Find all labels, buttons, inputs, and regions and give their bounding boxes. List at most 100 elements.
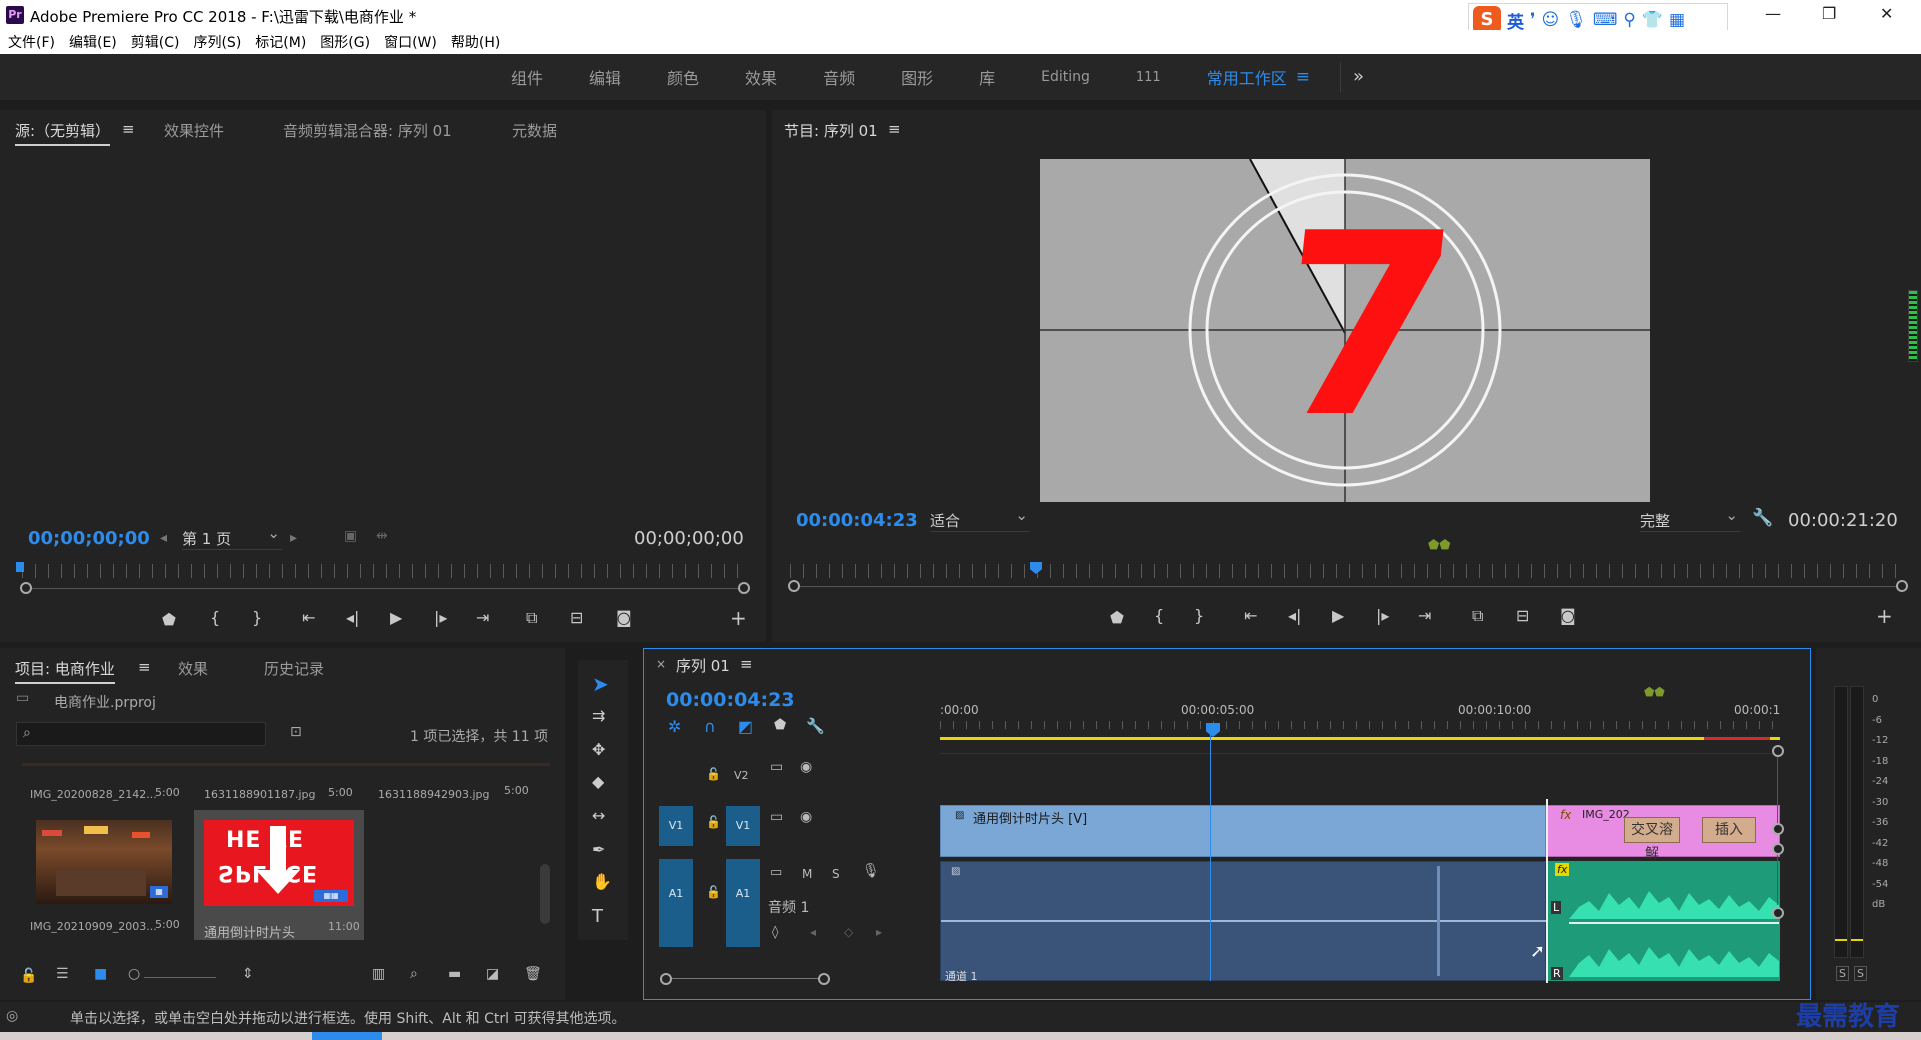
countdown-audio-clip[interactable]: ▨ 通道 1: [940, 861, 1547, 983]
v1-track-target[interactable]: V1: [726, 806, 760, 846]
program-time-ruler[interactable]: [790, 564, 1906, 578]
program-play-icon[interactable]: ▶: [1332, 606, 1344, 625]
workspace-tab-common[interactable]: 常用工作区: [1184, 65, 1310, 89]
workspace-tab-color[interactable]: 颜色: [644, 65, 722, 89]
zoom-slider[interactable]: [144, 977, 216, 978]
solo-left-button[interactable]: S: [1836, 966, 1849, 981]
program-zoom-bar[interactable]: [796, 586, 1906, 587]
step-forward-icon[interactable]: |▸: [434, 608, 447, 627]
cross-dissolve-transition[interactable]: 交叉溶解: [1624, 817, 1680, 862]
sort-icon[interactable]: ⇕: [242, 966, 254, 982]
tab-effect-controls[interactable]: 效果控件: [164, 120, 224, 141]
source-time-ruler[interactable]: [22, 564, 744, 578]
timeline-close-icon[interactable]: ×: [656, 657, 666, 671]
program-mark-in-icon[interactable]: {: [1154, 606, 1164, 625]
type-tool-icon[interactable]: T: [592, 906, 603, 927]
tab-source[interactable]: 源:（无剪辑）: [15, 120, 111, 146]
countdown-video-clip[interactable]: ▨ 通用倒计时片头 [V]: [940, 805, 1546, 857]
minimize-icon[interactable]: —: [1765, 4, 1781, 23]
list-view-icon[interactable]: ☰: [56, 966, 69, 982]
v1-eye-icon[interactable]: ◉: [800, 809, 812, 825]
source-playhead[interactable]: [16, 562, 24, 572]
microphone-icon[interactable]: 🎙: [1565, 10, 1587, 30]
overwrite-icon[interactable]: ⊟: [570, 608, 583, 627]
source-zoom-left-handle[interactable]: [20, 582, 32, 594]
timeline-menu-icon[interactable]: ≡: [740, 655, 753, 673]
insert-transition[interactable]: 插入: [1702, 817, 1756, 843]
menu-help[interactable]: 帮助(H): [451, 32, 500, 52]
nest-icon[interactable]: ✲: [668, 717, 681, 736]
snap-magnet-icon[interactable]: ∩: [704, 717, 716, 736]
v-scroll-audio-top[interactable]: [1772, 843, 1784, 855]
lift-icon[interactable]: ⧉: [1472, 606, 1483, 626]
timeline-marker-icon[interactable]: ⬟⬟: [1644, 685, 1665, 699]
workspace-tab-libraries[interactable]: 库: [956, 65, 1018, 89]
menu-clip[interactable]: 剪辑(C): [131, 32, 180, 52]
program-timecode[interactable]: 00:00:04:23: [796, 510, 918, 531]
lock-icon[interactable]: 🔓: [20, 968, 37, 984]
new-bin-icon[interactable]: ▬: [448, 966, 461, 982]
slip-tool-icon[interactable]: ↔: [592, 806, 605, 825]
tab-effects[interactable]: 效果: [178, 658, 208, 679]
quality-dropdown[interactable]: 完整: [1640, 506, 1740, 532]
a1-lock-icon[interactable]: 🔓: [706, 885, 721, 899]
step-back-icon[interactable]: ◂|: [346, 608, 359, 627]
workspace-menu-icon[interactable]: ≡: [1296, 67, 1310, 87]
h-scroll-bar[interactable]: [672, 978, 822, 979]
user-icon[interactable]: ⚲: [1623, 10, 1635, 30]
timeline-ruler[interactable]: [940, 721, 1780, 729]
v-scroll-video-bottom[interactable]: [1772, 823, 1784, 835]
solo-right-button[interactable]: S: [1854, 966, 1867, 981]
emoji-icon[interactable]: ☺: [1541, 10, 1559, 30]
h-scroll-left-handle[interactable]: [660, 973, 672, 985]
menu-sequence[interactable]: 序列(S): [193, 32, 241, 52]
skin-icon[interactable]: 👕: [1642, 10, 1663, 30]
keyboard-icon[interactable]: ⌨: [1593, 10, 1618, 30]
v1-source-patch[interactable]: V1: [659, 806, 693, 846]
go-to-in-icon[interactable]: ⇤: [302, 608, 315, 627]
go-to-out-icon[interactable]: ⇥: [476, 608, 489, 627]
workspace-tab-audio[interactable]: 音频: [800, 65, 878, 89]
program-button-editor-icon[interactable]: +: [1876, 604, 1893, 628]
next-page-icon[interactable]: ▸: [290, 530, 297, 546]
workspace-tab-editing-cn[interactable]: 编辑: [566, 65, 644, 89]
a1-sync-icon[interactable]: ▭: [770, 865, 782, 880]
keyframe-icon[interactable]: ◊: [772, 925, 778, 940]
restore-icon[interactable]: ❐: [1822, 4, 1836, 23]
track-select-tool-icon[interactable]: ⇉: [592, 706, 605, 725]
play-icon[interactable]: ▶: [390, 608, 402, 627]
project-item[interactable]: 1631188942903.jpg 5:00: [368, 766, 536, 824]
v1-sync-icon[interactable]: ▭: [770, 809, 783, 825]
sequence-marker-icon[interactable]: ⬟⬟: [1428, 538, 1451, 553]
program-zoom-right-handle[interactable]: [1896, 580, 1908, 592]
tab-metadata[interactable]: 元数据: [512, 120, 557, 141]
export-frame-icon[interactable]: ◙: [616, 608, 632, 627]
workspace-tab-graphics[interactable]: 图形: [878, 65, 956, 89]
v2-eye-icon[interactable]: ◉: [800, 759, 812, 775]
v2-lock-icon[interactable]: 🔓: [706, 767, 721, 781]
safe-margins-icon[interactable]: ▣: [344, 528, 357, 544]
project-item[interactable]: ▦ IMG_20210909_2003... 5:00: [20, 810, 188, 940]
razor-tool-icon[interactable]: ◆: [592, 772, 604, 791]
project-panel-menu-icon[interactable]: ≡: [138, 658, 151, 676]
workspace-tab-111[interactable]: 111: [1113, 70, 1184, 85]
source-panel-menu-icon[interactable]: ≡: [122, 120, 135, 138]
mark-in-icon[interactable]: {: [210, 608, 220, 627]
a1-track-target[interactable]: A1: [726, 859, 760, 947]
a1-source-patch[interactable]: A1: [659, 859, 693, 947]
source-zoom-bar[interactable]: [26, 588, 744, 589]
button-editor-icon[interactable]: +: [730, 606, 747, 630]
menu-file[interactable]: 文件(F): [8, 32, 55, 52]
tab-history[interactable]: 历史记录: [264, 658, 324, 679]
workspace-tab-assembly[interactable]: 组件: [488, 65, 566, 89]
v2-sync-icon[interactable]: ▭: [770, 759, 783, 775]
more-workspaces-icon[interactable]: »: [1339, 62, 1364, 92]
add-marker-icon[interactable]: ⬟: [162, 610, 176, 629]
fit-dropdown[interactable]: 适合: [930, 506, 1030, 532]
ripple-edit-tool-icon[interactable]: ✥: [592, 740, 605, 759]
timeline-playhead[interactable]: [1206, 723, 1220, 737]
taskbar-active-app[interactable]: [312, 1032, 382, 1040]
mark-out-icon[interactable]: }: [252, 608, 262, 627]
trash-icon[interactable]: 🗑: [524, 966, 542, 982]
find-icon[interactable]: ⊡: [290, 724, 302, 740]
